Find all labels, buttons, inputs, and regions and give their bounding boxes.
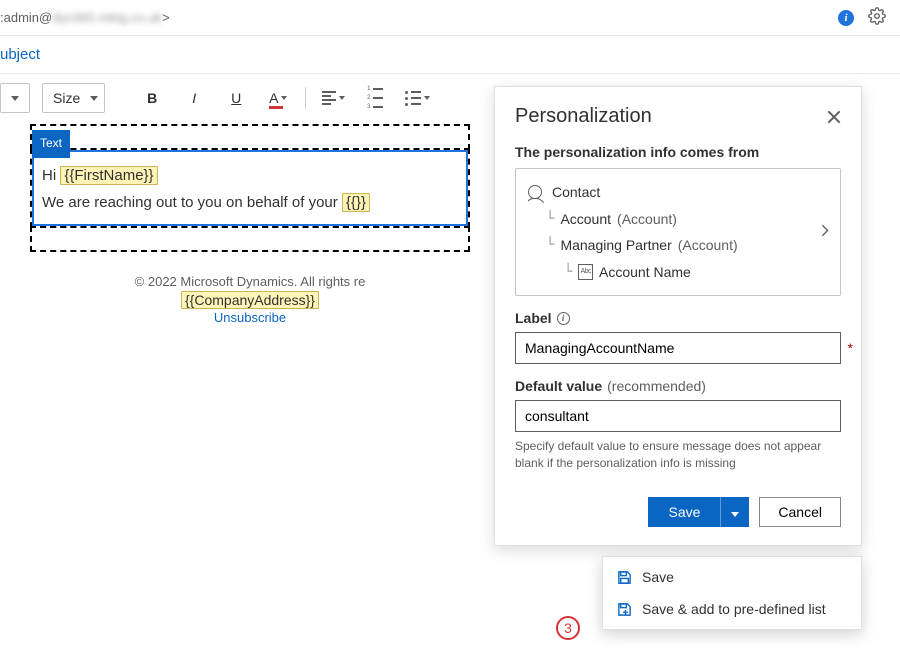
tree-connector-icon: └ <box>546 232 554 259</box>
bullet-list-button[interactable] <box>402 83 432 113</box>
tree-contact: Contact <box>526 179 830 206</box>
from-email: :admin@dyn365-mktg.co.uk> <box>0 10 170 25</box>
menu-save-label: Save <box>642 569 674 585</box>
save-split-button: Save <box>648 497 749 527</box>
font-color-button[interactable]: A <box>263 83 293 113</box>
bullet-list-icon <box>405 91 421 106</box>
save-dropdown-toggle[interactable] <box>720 497 749 527</box>
ordered-list-button[interactable]: 123 <box>360 83 390 113</box>
menu-save[interactable]: Save <box>603 561 861 593</box>
tree-connector-icon: └ <box>546 206 554 233</box>
label-input-wrap: * <box>515 332 841 364</box>
panel-header: Personalization <box>515 105 841 128</box>
body-text: We are reaching out to you on behalf of … <box>42 194 342 211</box>
align-left-icon <box>322 91 336 105</box>
tree-account-label: Account <box>560 206 611 233</box>
panel-title: Personalization <box>515 105 652 128</box>
required-indicator: * <box>848 340 853 356</box>
save-icon <box>617 570 632 585</box>
font-family-select[interactable] <box>0 83 30 113</box>
info-source-tree[interactable]: Contact └ Account (Account) └ Managing P… <box>515 168 841 296</box>
default-value-label: Default value (recommended) <box>515 378 841 394</box>
settings-gear-icon[interactable] <box>868 7 886 28</box>
tree-managing-partner-type: (Account) <box>678 232 738 259</box>
align-button[interactable] <box>318 83 348 113</box>
from-domain: dyn365-mktg.co.uk <box>52 10 162 25</box>
toolbar-divider <box>305 87 306 109</box>
contact-icon <box>528 181 546 203</box>
tree-managing-partner: └ Managing Partner (Account) <box>526 232 830 259</box>
topbar-icons: i <box>838 7 886 28</box>
font-size-select[interactable]: Size <box>42 83 105 113</box>
chevron-right-icon <box>820 224 830 241</box>
recommended-text: (recommended) <box>607 378 706 394</box>
personalization-panel: Personalization The personalization info… <box>494 86 862 546</box>
default-label-text: Default value <box>515 378 602 394</box>
info-heading: The personalization info comes from <box>515 144 841 160</box>
underline-button[interactable]: U <box>221 83 251 113</box>
tree-managing-partner-label: Managing Partner <box>560 232 671 259</box>
body-line: We are reaching out to you on behalf of … <box>42 189 458 216</box>
bold-button[interactable]: B <box>137 83 167 113</box>
save-dropdown-menu: Save Save & add to pre-defined list <box>602 556 862 630</box>
text-block[interactable]: Text Hi {{FirstName}} We are reaching ou… <box>32 150 468 226</box>
label-text: Label <box>515 310 552 326</box>
greeting-line: Hi {{FirstName}} <box>42 162 458 189</box>
menu-save-add[interactable]: Save & add to pre-defined list <box>603 593 861 625</box>
canvas-outer-dashed <box>30 124 470 150</box>
cancel-button[interactable]: Cancel <box>759 497 841 527</box>
italic-button[interactable]: I <box>179 83 209 113</box>
text-field-icon: Abc <box>578 264 593 279</box>
menu-save-add-label: Save & add to pre-defined list <box>642 601 826 617</box>
footer-address-wrap: {{CompanyAddress}} <box>30 289 470 309</box>
canvas-lower-dashed <box>30 226 470 252</box>
panel-button-row: Save Cancel <box>515 497 841 527</box>
callout-3: 3 <box>556 616 580 640</box>
label-input[interactable] <box>515 332 841 364</box>
empty-token[interactable]: {{}} <box>342 193 370 212</box>
ordered-list-icon: 123 <box>367 86 383 110</box>
from-prefix: :admin@ <box>0 10 52 25</box>
default-value-hint: Specify default value to ensure message … <box>515 438 841 470</box>
greeting-text: Hi <box>42 167 60 184</box>
tree-account-name: └ Abc Account Name <box>526 259 830 286</box>
default-value-input[interactable] <box>515 400 841 432</box>
top-bar: :admin@dyn365-mktg.co.uk> i <box>0 0 900 36</box>
font-size-label: Size <box>53 90 80 106</box>
footer-copyright: © 2022 Microsoft Dynamics. All rights re <box>30 274 470 289</box>
tree-contact-label: Contact <box>552 179 600 206</box>
unsubscribe-wrap: Unsubscribe <box>30 309 470 325</box>
block-tag: Text <box>32 130 70 158</box>
from-suffix: > <box>162 10 170 25</box>
unsubscribe-link[interactable]: Unsubscribe <box>214 310 286 325</box>
info-icon[interactable]: i <box>838 10 854 26</box>
tree-account-name-label: Account Name <box>599 259 691 286</box>
subject-row[interactable]: ubject <box>0 36 900 74</box>
tree-account-type: (Account) <box>617 206 677 233</box>
firstname-token[interactable]: {{FirstName}} <box>60 166 157 185</box>
save-button[interactable]: Save <box>648 497 720 527</box>
company-address-token[interactable]: {{CompanyAddress}} <box>181 291 319 309</box>
save-add-icon <box>617 602 632 617</box>
canvas-text-container: Text Hi {{FirstName}} We are reaching ou… <box>30 148 470 228</box>
subject-label: ubject <box>0 46 40 63</box>
label-field-label: Label i <box>515 310 841 326</box>
tree-account: └ Account (Account) <box>526 206 830 233</box>
info-outline-icon[interactable]: i <box>557 312 570 325</box>
tree-connector-icon: └ <box>564 259 572 286</box>
close-icon[interactable] <box>827 110 841 124</box>
